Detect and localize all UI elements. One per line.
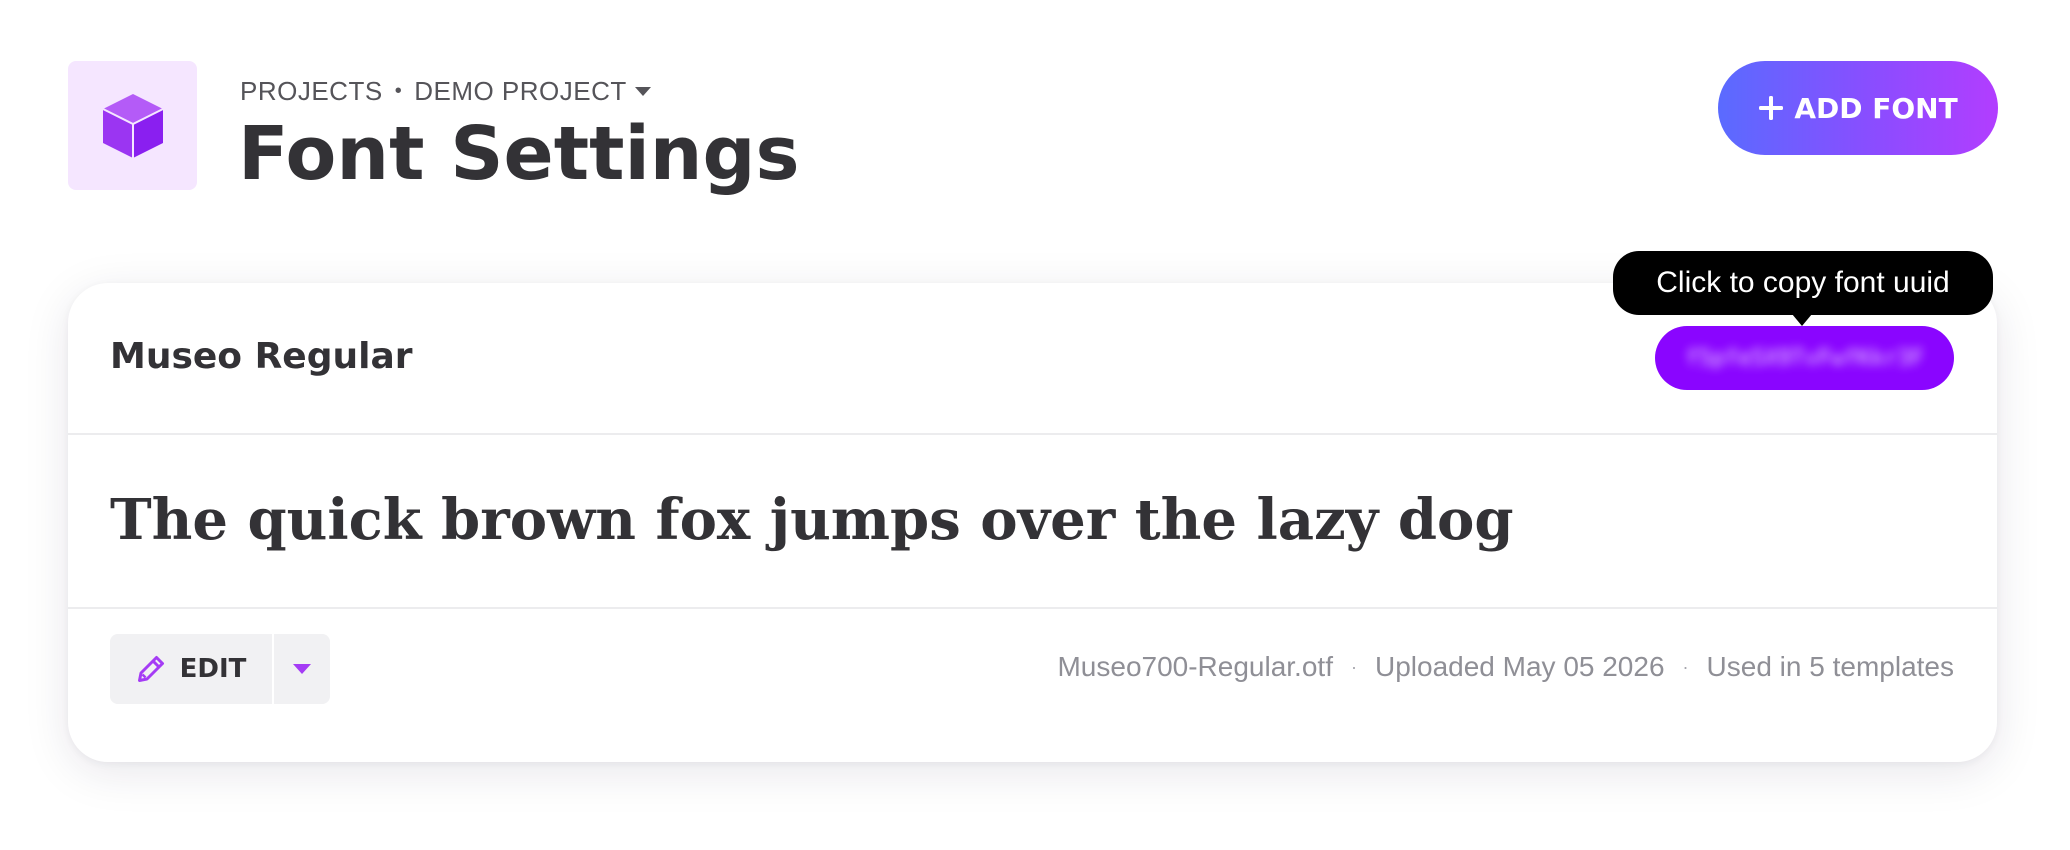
edit-options-dropdown[interactable] <box>274 634 330 704</box>
chevron-down-icon <box>293 664 311 674</box>
font-card: Museo Regular f5pfe5X9TvFwfKkr3F The qui… <box>68 283 1997 762</box>
copy-uuid-button[interactable]: f5pfe5X9TvFwfKkr3F <box>1655 326 1954 390</box>
font-card-footer: EDIT Museo700-Regular.otf · Uploaded May… <box>68 609 1997 762</box>
meta-separator: · <box>1350 656 1357 677</box>
font-metadata: Museo700-Regular.otf · Uploaded May 05 2… <box>1057 651 1954 683</box>
breadcrumb-separator: • <box>394 79 403 102</box>
cube-icon <box>102 93 163 158</box>
font-preview-text: The quick brown fox jumps over the lazy … <box>110 487 1514 553</box>
upload-date: Uploaded May 05 2026 <box>1374 651 1665 682</box>
breadcrumb-projects[interactable]: PROJECTS <box>240 76 383 107</box>
tooltip-text: Click to copy font uuid <box>1656 266 1950 299</box>
add-font-button[interactable]: ADD FONT <box>1718 61 1998 155</box>
font-uuid: f5pfe5X9TvFwfKkr3F <box>1685 345 1924 371</box>
edit-button-group: EDIT <box>110 634 330 704</box>
edit-button[interactable]: EDIT <box>110 634 272 704</box>
caret-down-icon[interactable] <box>634 85 651 97</box>
breadcrumb-current-project[interactable]: DEMO PROJECT <box>414 76 627 107</box>
add-font-label: ADD FONT <box>1794 91 1958 125</box>
edit-label: EDIT <box>179 654 247 684</box>
tooltip-arrow <box>1792 314 1812 326</box>
pencil-icon <box>137 656 164 682</box>
page-title: Font Settings <box>238 111 800 197</box>
project-icon-tile <box>68 61 197 190</box>
plus-icon <box>1759 96 1784 120</box>
breadcrumb: PROJECTS • DEMO PROJECT <box>240 74 651 108</box>
meta-separator: · <box>1682 656 1689 677</box>
copy-uuid-tooltip: Click to copy font uuid <box>1613 251 1993 315</box>
font-filename: Museo700-Regular.otf <box>1057 651 1333 682</box>
template-usage: Used in 5 templates <box>1706 651 1954 682</box>
font-preview: The quick brown fox jumps over the lazy … <box>68 435 1997 609</box>
font-name: Museo Regular <box>110 336 413 377</box>
